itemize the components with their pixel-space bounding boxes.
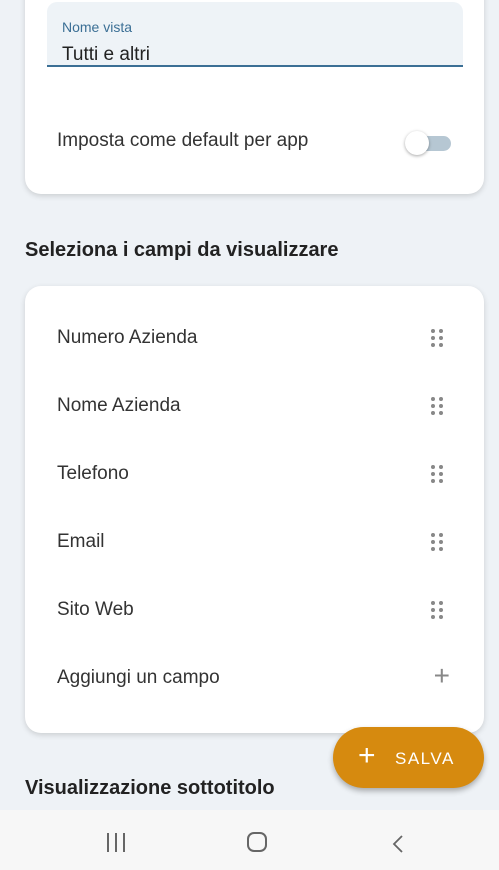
default-switch-row[interactable]: Imposta come default per app: [57, 128, 451, 158]
save-button-label: SALVA: [395, 749, 455, 768]
field-item-label: Telefono: [57, 463, 129, 484]
add-field-button[interactable]: Aggiungi un campo +: [25, 646, 484, 714]
view-name-field[interactable]: Nome vista Tutti e altri: [47, 2, 463, 67]
back-icon[interactable]: [390, 834, 406, 854]
field-item[interactable]: Telefono: [25, 442, 484, 510]
drag-handle-icon[interactable]: [431, 397, 445, 419]
plus-icon: +: [358, 739, 376, 772]
fields-section-title: Seleziona i campi da visualizzare: [25, 239, 339, 261]
drag-handle-icon[interactable]: [431, 601, 445, 623]
field-item[interactable]: Email: [25, 510, 484, 578]
default-switch-label: Imposta come default per app: [57, 130, 309, 151]
view-settings-card: Nome vista Tutti e altri Imposta come de…: [25, 0, 484, 194]
default-toggle[interactable]: [405, 131, 451, 155]
view-name-value[interactable]: Tutti e altri: [62, 44, 150, 66]
field-item[interactable]: Numero Azienda: [25, 306, 484, 374]
drag-handle-icon[interactable]: [431, 465, 445, 487]
field-item[interactable]: Nome Azienda: [25, 374, 484, 442]
recent-apps-icon[interactable]: [107, 833, 127, 852]
subtitle-section-title: Visualizzazione sottotitolo: [25, 777, 275, 799]
field-item-label: Numero Azienda: [57, 327, 198, 348]
system-navigation-bar: [0, 810, 499, 870]
fields-card: Numero Azienda Nome Azienda Telefono Ema…: [25, 286, 484, 733]
plus-icon[interactable]: +: [434, 662, 450, 690]
drag-handle-icon[interactable]: [431, 533, 445, 555]
save-button[interactable]: + SALVA: [333, 727, 484, 788]
field-item-label: Sito Web: [57, 599, 134, 620]
view-name-label: Nome vista: [62, 19, 133, 35]
field-list: Numero Azienda Nome Azienda Telefono Ema…: [25, 306, 484, 714]
field-item-label: Email: [57, 531, 105, 552]
drag-handle-icon[interactable]: [431, 329, 445, 351]
home-icon[interactable]: [247, 832, 267, 852]
toggle-thumb: [405, 131, 429, 155]
field-item[interactable]: Sito Web: [25, 578, 484, 646]
add-field-label: Aggiungi un campo: [57, 667, 220, 688]
field-item-label: Nome Azienda: [57, 395, 181, 416]
